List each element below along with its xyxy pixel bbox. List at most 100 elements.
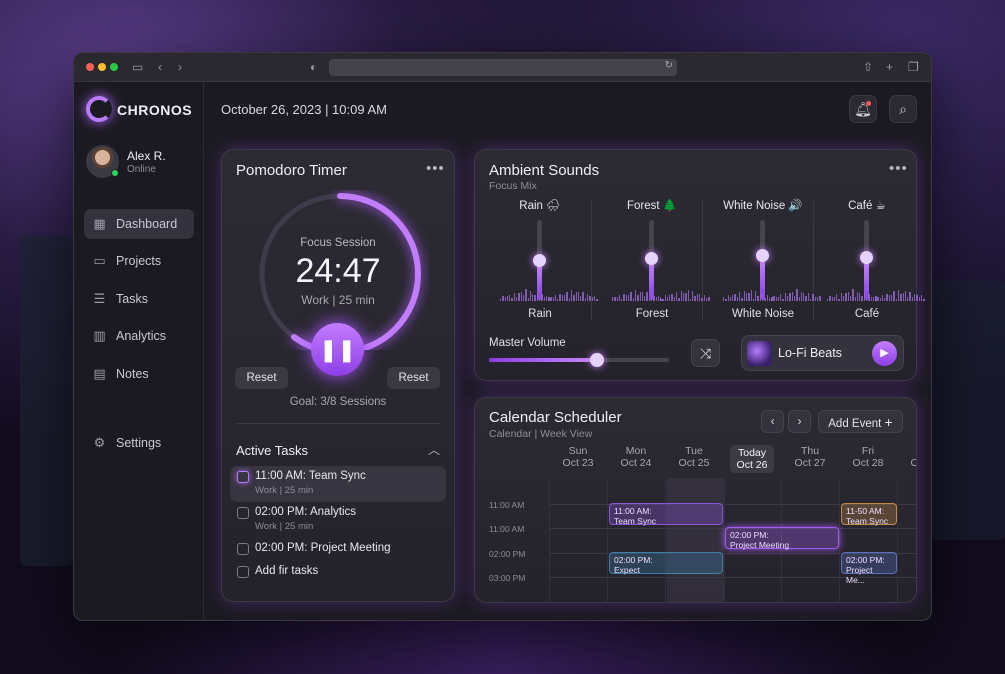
- task-checkbox[interactable]: [237, 566, 249, 578]
- tabs-icon[interactable]: ❐: [908, 60, 919, 74]
- day-header[interactable]: Mon Oct 24: [607, 445, 665, 469]
- folder-icon: ▭: [93, 253, 106, 268]
- hour-label: 11:00 AM: [489, 524, 525, 534]
- waveform-left: [723, 287, 773, 301]
- collapse-chevron-icon[interactable]: ︿: [428, 441, 440, 458]
- add-task-item[interactable]: Add fir tasks: [230, 561, 446, 597]
- shield-icon[interactable]: ◐: [310, 60, 317, 74]
- waveform-right: [771, 287, 821, 301]
- ambient-title: Ambient Sounds: [489, 162, 600, 179]
- day-header[interactable]: Fri Oct 28: [839, 445, 897, 469]
- reset-button-left[interactable]: Reset: [235, 367, 288, 389]
- session-label: Focus Session: [300, 237, 376, 249]
- slider-knob[interactable]: [533, 254, 546, 267]
- calendar-event[interactable]: 11:00 AM: Team Sync: [609, 503, 723, 526]
- divider: [813, 200, 814, 320]
- grid-column-line: [723, 480, 724, 602]
- calendar-event[interactable]: 02:00 PM: Project Me...: [841, 552, 897, 585]
- hour-label: 02:00 PM: [489, 549, 526, 559]
- task-item[interactable]: 02:00 PM: Analytics Work | 25 min: [230, 502, 446, 538]
- grid-column-line: [665, 480, 666, 602]
- slider-knob[interactable]: [645, 252, 658, 266]
- ambient-more-icon[interactable]: •••: [889, 160, 908, 177]
- grid-icon: ▦: [93, 216, 106, 231]
- sidebar-item-dashboard[interactable]: ▦ Dashboard: [84, 209, 194, 239]
- bar-chart-icon: ▥: [93, 328, 106, 343]
- user-name: Alex R.: [127, 149, 166, 163]
- waveform-left: [500, 287, 550, 301]
- prev-week-button[interactable]: ‹: [761, 410, 784, 433]
- grid-column-line: [897, 480, 898, 602]
- track-title: Lo-Fi Beats: [778, 346, 842, 360]
- notifications-button[interactable]: 🔔︎: [849, 95, 877, 123]
- master-volume-slider[interactable]: [489, 353, 669, 367]
- task-checkbox[interactable]: [237, 507, 249, 519]
- calendar-event[interactable]: 02:00 PM: Expect: [609, 552, 723, 575]
- address-bar[interactable]: ↻: [329, 59, 677, 76]
- online-status-dot: [111, 169, 119, 177]
- channel-forest: Forest 🌲 Forest: [602, 195, 710, 325]
- now-playing-widget[interactable]: Lo-Fi Beats ▶: [741, 335, 904, 371]
- play-icon: ▶: [880, 347, 889, 359]
- add-event-button[interactable]: Add Event +: [818, 410, 903, 433]
- chevron-left-icon: ‹: [770, 416, 775, 428]
- day-header[interactable]: Sun Oct 23: [549, 445, 607, 469]
- ambient-sounds-card: Ambient Sounds Focus Mix ••• Rain 🌧 Rain …: [474, 149, 925, 381]
- current-date-time: October 26, 2023 | 10:09 AM: [221, 102, 387, 117]
- pomodoro-card: Pomodoro Timer ••• Focus Session 24:47 W…: [221, 149, 455, 602]
- sidebar-item-tasks[interactable]: ☰ Tasks: [84, 284, 194, 314]
- day-header[interactable]: SatOct 29: [897, 445, 916, 469]
- divider: [591, 200, 592, 320]
- waveform-right: [548, 287, 598, 301]
- pomodoro-more-icon[interactable]: •••: [426, 160, 445, 177]
- day-header[interactable]: Today Oct 26: [730, 445, 774, 473]
- task-checkbox[interactable]: [237, 543, 249, 555]
- forward-icon[interactable]: ›: [178, 60, 182, 74]
- slider-knob[interactable]: [590, 353, 604, 367]
- divider: [702, 200, 703, 320]
- browser-toolbar: ▭ ‹ › ◐ ↻ ⇧ + ❐: [74, 53, 931, 82]
- hour-label: 11:00 AM: [489, 500, 525, 510]
- day-header[interactable]: Tue Oct 25: [665, 445, 723, 469]
- sidebar-item-notes[interactable]: ▤ Notes: [84, 359, 194, 389]
- task-item[interactable]: 11:00 AM: Team Sync Work | 25 min: [230, 466, 446, 502]
- sidebar-item-projects[interactable]: ▭ Projects: [84, 246, 194, 276]
- note-icon: ▤: [93, 366, 106, 381]
- shuffle-button[interactable]: ⤨: [691, 339, 720, 367]
- waveform-right: [875, 287, 925, 301]
- calendar-event[interactable]: 11-50 AM: Team Sync: [841, 503, 897, 526]
- chronos-logo-icon: [86, 96, 112, 122]
- slider-fill: [489, 358, 597, 362]
- search-button[interactable]: ⌕: [889, 95, 917, 123]
- sidebar-item-settings[interactable]: ⚙ Settings: [84, 428, 194, 458]
- calendar-event[interactable]: 02:00 PM: Project Meeting: [725, 527, 839, 550]
- zoom-dot[interactable]: [110, 63, 118, 71]
- play-button[interactable]: ▶: [872, 341, 897, 366]
- day-header[interactable]: Thu Oct 27: [781, 445, 839, 469]
- pause-button[interactable]: ❚❚: [311, 323, 364, 376]
- app-name: CHRONOS: [117, 102, 193, 118]
- minimize-dot[interactable]: [98, 63, 106, 71]
- album-art: [747, 341, 772, 366]
- back-icon[interactable]: ‹: [158, 60, 162, 74]
- waveform-right: [660, 287, 710, 301]
- grid-column-line: [607, 480, 608, 602]
- reset-button-right[interactable]: Reset: [387, 367, 440, 389]
- slider-knob[interactable]: [756, 249, 769, 263]
- new-tab-icon[interactable]: +: [886, 60, 893, 74]
- calendar-card: Calendar Scheduler Calendar | Week View …: [474, 397, 917, 603]
- sidebar-toggle-icon[interactable]: ▭: [132, 60, 143, 74]
- sidebar-item-analytics[interactable]: ▥ Analytics: [84, 321, 194, 351]
- background-monitor: [932, 280, 1005, 540]
- divider: [236, 423, 440, 424]
- close-dot[interactable]: [86, 63, 94, 71]
- share-icon[interactable]: ⇧: [863, 60, 873, 74]
- slider-knob[interactable]: [860, 250, 873, 264]
- reload-icon[interactable]: ↻: [665, 60, 673, 71]
- background-monitor: [20, 236, 74, 566]
- today-column: [667, 478, 725, 602]
- pomodoro-title: Pomodoro Timer: [236, 162, 347, 179]
- app-window: ▭ ‹ › ◐ ↻ ⇧ + ❐ CHRONOS Alex R. Online ▦…: [73, 52, 932, 621]
- next-week-button[interactable]: ›: [788, 410, 811, 433]
- task-checkbox[interactable]: [237, 471, 249, 483]
